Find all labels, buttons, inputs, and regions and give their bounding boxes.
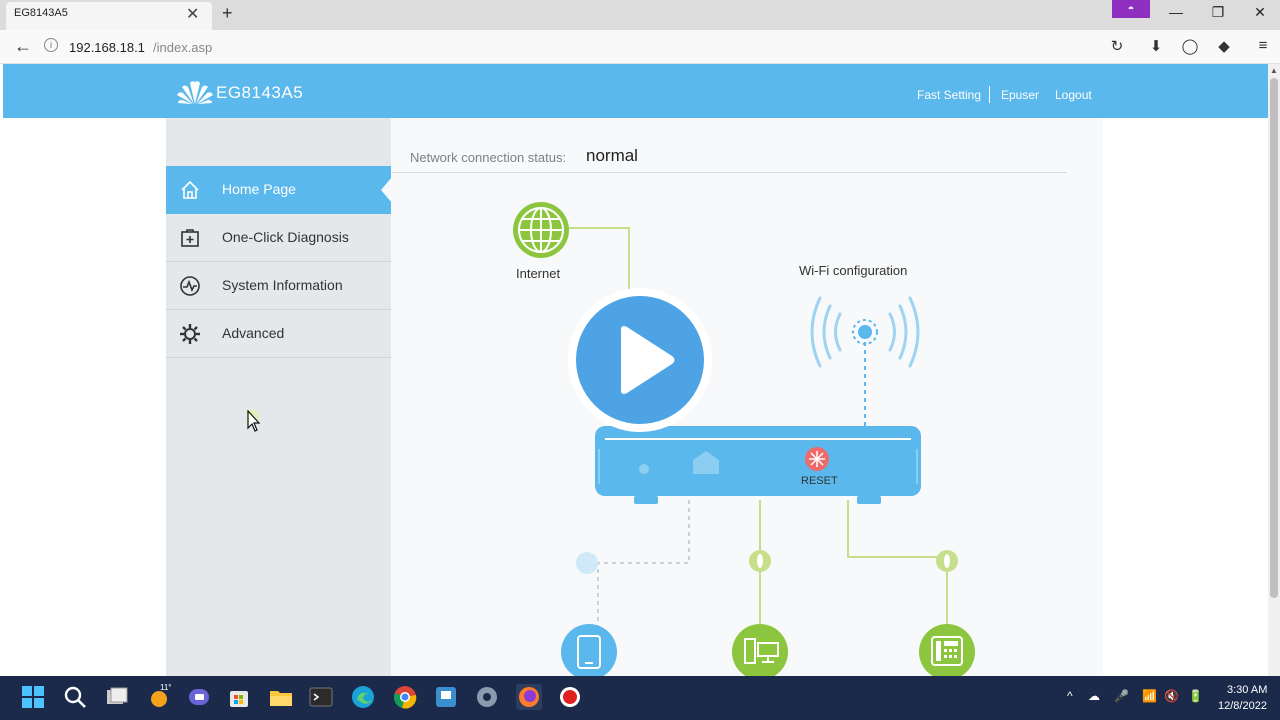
private-browsing-icon: ◓ xyxy=(1112,0,1150,18)
edge-icon[interactable] xyxy=(350,684,376,710)
wifi-configuration-label[interactable]: Wi-Fi configuration xyxy=(799,263,907,278)
sidebar-item-label: Advanced xyxy=(222,325,285,341)
store-icon[interactable] xyxy=(226,684,252,710)
logout-link[interactable]: Logout xyxy=(1055,88,1092,102)
pocket-icon[interactable]: ◆ xyxy=(1214,37,1234,55)
weather-temperature: 11° xyxy=(160,683,172,692)
terminal-icon[interactable] xyxy=(308,684,334,710)
home-icon xyxy=(181,180,199,199)
menu-icon[interactable]: ≡ xyxy=(1253,37,1273,54)
phone-client-line xyxy=(847,500,948,626)
header-divider xyxy=(989,86,990,103)
site-info-icon[interactable]: i xyxy=(44,38,58,52)
firefox-icon[interactable] xyxy=(516,684,542,710)
tab-title: EG8143A5 xyxy=(14,7,68,19)
account-icon[interactable]: ◯ xyxy=(1180,37,1200,55)
settings-icon[interactable] xyxy=(474,684,500,710)
user-link[interactable]: Epuser xyxy=(1001,88,1039,102)
huawei-logo-icon xyxy=(177,81,213,104)
wifi-signal-icon[interactable] xyxy=(810,296,920,368)
cloud-icon[interactable]: ☁ xyxy=(1088,689,1100,703)
scrollbar-thumb[interactable] xyxy=(1270,78,1278,598)
volume-muted-icon[interactable]: 🔇 xyxy=(1164,689,1179,703)
url-bar[interactable]: 192.168.18.1 /index.asp xyxy=(62,35,1102,59)
wireless-node-icon xyxy=(576,552,598,574)
task-view-icon[interactable] xyxy=(104,684,130,710)
url-host: 192.168.18.1 xyxy=(69,40,145,55)
medkit-icon xyxy=(181,229,199,247)
clock-date[interactable]: 12/8/2022 xyxy=(1218,700,1267,712)
network-topology-diagram xyxy=(513,202,975,676)
phone-icon[interactable] xyxy=(919,624,975,676)
sidebar-item-label: One-Click Diagnosis xyxy=(222,229,349,245)
pulse-icon xyxy=(180,276,200,296)
sidebar-item-label: Home Page xyxy=(222,181,296,197)
minimize-button[interactable]: — xyxy=(1166,4,1186,20)
internet-label: Internet xyxy=(516,266,561,281)
play-button-icon[interactable] xyxy=(566,286,714,434)
windows-start-icon[interactable] xyxy=(20,684,46,710)
globe-icon[interactable] xyxy=(513,202,569,258)
router-icon[interactable] xyxy=(595,426,921,504)
wireless-client-line xyxy=(597,500,690,626)
url-path: /index.asp xyxy=(153,40,213,55)
search-icon[interactable] xyxy=(62,684,88,710)
network-status-value: normal xyxy=(586,146,638,165)
clock-time[interactable]: 3:30 AM xyxy=(1227,684,1267,696)
download-icon[interactable]: ⬇ xyxy=(1146,37,1166,55)
sidebar-item-one-click-diagnosis[interactable]: One-Click Diagnosis xyxy=(166,214,391,262)
network-status-label: Network connection status: xyxy=(410,150,567,165)
record-icon[interactable] xyxy=(557,684,583,710)
gear-icon xyxy=(180,324,200,344)
tray-overflow-icon[interactable]: ^ xyxy=(1067,689,1073,703)
restore-button[interactable]: ❐ xyxy=(1208,4,1228,21)
wifi-tray-icon[interactable]: 📶 xyxy=(1142,689,1157,703)
fast-setting-link[interactable]: Fast Setting xyxy=(917,88,981,102)
sidebar-item-system-information[interactable]: System Information xyxy=(166,262,391,310)
teams-icon[interactable] xyxy=(186,684,212,710)
close-window-button[interactable]: ✕ xyxy=(1250,4,1270,21)
reload-icon[interactable]: ↻ xyxy=(1107,37,1127,55)
battery-icon[interactable]: 🔋 xyxy=(1188,689,1203,703)
status-divider xyxy=(392,172,1067,173)
chrome-icon[interactable] xyxy=(392,684,418,710)
mouse-cursor-icon xyxy=(246,410,261,432)
tab-close-icon[interactable]: ✕ xyxy=(186,4,199,24)
new-tab-button[interactable]: + xyxy=(222,3,233,24)
brand-name: EG8143A5 xyxy=(216,83,304,102)
computer-icon[interactable] xyxy=(732,624,788,676)
tablet-icon[interactable] xyxy=(561,624,617,676)
file-explorer-icon[interactable] xyxy=(268,684,294,710)
scroll-up-icon[interactable]: ▲ xyxy=(1270,66,1278,75)
sidebar-item-home-page[interactable]: Home Page xyxy=(166,166,391,214)
sidebar-item-label: System Information xyxy=(222,277,343,293)
back-button[interactable]: ← xyxy=(14,36,32,57)
reset-label: RESET xyxy=(801,475,838,487)
remote-icon[interactable] xyxy=(433,684,459,710)
microphone-icon[interactable]: 🎤 xyxy=(1114,689,1129,703)
sidebar-item-advanced[interactable]: Advanced xyxy=(166,310,391,358)
